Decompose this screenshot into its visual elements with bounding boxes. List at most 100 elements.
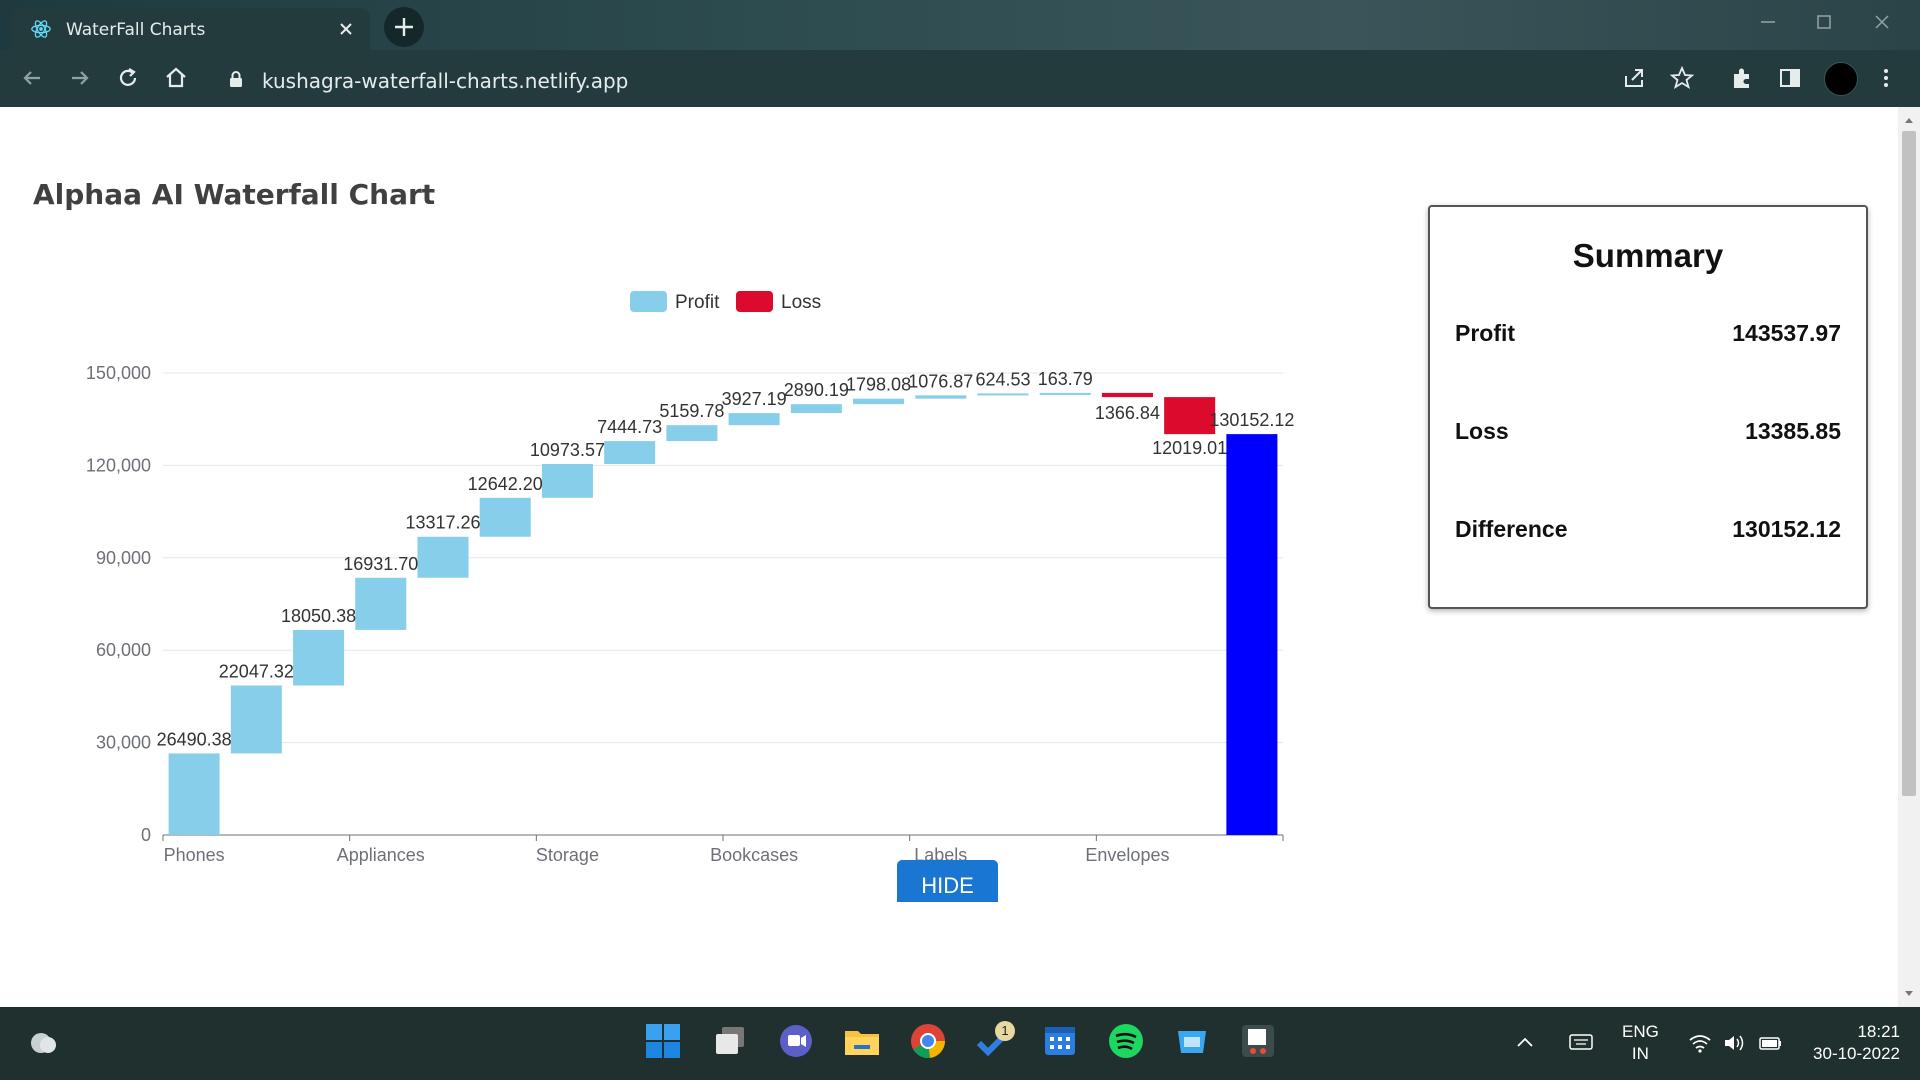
- close-tab-icon[interactable]: [336, 19, 356, 39]
- summary-row-difference: Difference 130152.12: [1455, 516, 1841, 546]
- react-icon: [31, 20, 51, 38]
- bookmark-star-icon[interactable]: [1668, 64, 1696, 92]
- summary-label: Loss: [1455, 418, 1509, 444]
- data-label: 18050.38: [281, 606, 356, 626]
- keyboard-icon[interactable]: [1568, 1031, 1594, 1053]
- data-label: 26490.38: [157, 729, 232, 749]
- calendar-icon[interactable]: [1040, 1021, 1080, 1061]
- volume-icon[interactable]: [1722, 1033, 1746, 1053]
- data-label: 5159.78: [659, 401, 724, 421]
- summary-title: Summary: [1572, 237, 1724, 274]
- bar-total: [1226, 434, 1278, 835]
- home-icon[interactable]: [162, 64, 190, 92]
- wifi-icon[interactable]: [1688, 1033, 1712, 1053]
- teams-chat-icon[interactable]: [776, 1021, 816, 1061]
- data-label: 130152.12: [1209, 410, 1294, 430]
- data-label: 12642.20: [468, 474, 543, 494]
- x-tick-label: Appliances: [337, 845, 425, 865]
- x-tick-label: Phones: [164, 845, 225, 865]
- minimize-icon[interactable]: [1758, 12, 1778, 32]
- legend-swatch: [630, 291, 667, 312]
- store-icon[interactable]: [1172, 1021, 1212, 1061]
- scroll-down-icon[interactable]: [1898, 983, 1920, 1003]
- url-text: kushagra-waterfall-charts.netlify.app: [262, 69, 629, 93]
- bar-profit: [417, 536, 469, 578]
- x-tick-label: Storage: [536, 845, 599, 865]
- bar-profit: [666, 425, 718, 442]
- bar-profit: [1039, 392, 1091, 395]
- forward-arrow-icon[interactable]: [66, 64, 94, 92]
- bar-profit: [541, 464, 593, 498]
- task-view-icon[interactable]: [710, 1021, 750, 1061]
- page-scrollbar[interactable]: [1898, 107, 1920, 1007]
- close-window-icon[interactable]: [1872, 12, 1892, 32]
- data-label: 7444.73: [597, 417, 662, 437]
- y-tick-label: 0: [141, 825, 151, 845]
- bar-profit: [915, 395, 967, 399]
- tab-title: WaterFall Charts: [66, 20, 206, 40]
- legend-label: Loss: [781, 292, 821, 313]
- bar-profit: [728, 413, 780, 426]
- weather-icon[interactable]: [23, 1021, 63, 1061]
- more-menu-icon[interactable]: [1872, 64, 1900, 92]
- hide-button-label: HIDE: [921, 873, 974, 898]
- browser-tab-bar: WaterFall Charts: [0, 0, 1920, 50]
- profile-avatar[interactable]: [1824, 62, 1858, 96]
- summary-value: 13385.85: [1745, 418, 1841, 444]
- summary-card: Summary Profit 143537.97 Loss 13385.85 D…: [1428, 205, 1868, 609]
- spotify-icon[interactable]: [1106, 1021, 1146, 1061]
- reload-icon[interactable]: [114, 64, 142, 92]
- summary-label: Profit: [1455, 320, 1516, 346]
- browser-toolbar: kushagra-waterfall-charts.netlify.app: [0, 50, 1920, 107]
- x-tick-label: Bookcases: [710, 845, 798, 865]
- extensions-icon[interactable]: [1728, 64, 1756, 92]
- data-label: 1366.84: [1095, 403, 1160, 423]
- data-label: 10973.57: [530, 440, 605, 460]
- bar-profit: [853, 398, 905, 405]
- clock-date: 30-10-2022: [1813, 1044, 1900, 1063]
- summary-value: 143537.97: [1732, 320, 1841, 346]
- summary-label: Difference: [1455, 516, 1568, 542]
- chart-legend: Profit Loss: [630, 291, 821, 313]
- data-label: 163.79: [1038, 369, 1093, 389]
- hide-button[interactable]: HIDE: [897, 860, 998, 902]
- waterfall-chart: Profit Loss 0 30,000 60,000 90,000 120,000 150…: [86, 291, 1295, 865]
- address-bar[interactable]: kushagra-waterfall-charts.netlify.app: [210, 58, 1830, 100]
- y-tick-label: 120,000: [86, 455, 151, 475]
- new-tab-button[interactable]: [384, 7, 424, 47]
- language-indicator[interactable]: ENG IN: [1622, 1021, 1659, 1065]
- data-label: 22047.32: [219, 662, 294, 682]
- summary-value: 130152.12: [1732, 516, 1841, 542]
- data-label: 624.53: [975, 369, 1030, 389]
- bar-loss: [1101, 392, 1153, 398]
- y-tick-label: 150,000: [86, 363, 151, 383]
- y-tick-label: 90,000: [96, 548, 151, 568]
- share-icon[interactable]: [1620, 64, 1648, 92]
- clock-time: 18:21: [1857, 1022, 1900, 1041]
- scroll-thumb[interactable]: [1902, 131, 1916, 796]
- battery-icon[interactable]: [1758, 1033, 1784, 1053]
- bar-profit: [230, 685, 282, 754]
- todo-badge-count: 1: [1001, 1023, 1009, 1038]
- snipping-tool-icon[interactable]: [1238, 1021, 1278, 1061]
- data-labels: 26490.38 22047.32 18050.38 16931.70 13317.26…: [157, 369, 1295, 750]
- windows-start-icon[interactable]: [643, 1021, 683, 1061]
- clock[interactable]: 18:21 30-10-2022: [1804, 1021, 1900, 1065]
- chevron-up-icon[interactable]: [1514, 1031, 1536, 1053]
- x-axis: Phones Appliances Storage Bookcases Labels En…: [162, 835, 1284, 865]
- taskbar: 1 ENG IN 18:21 30-10-2022: [0, 1007, 1920, 1080]
- maximize-icon[interactable]: [1814, 12, 1834, 32]
- chrome-icon[interactable]: [908, 1021, 948, 1061]
- data-label: 3927.19: [722, 389, 787, 409]
- bar-profit: [355, 577, 407, 630]
- side-panel-icon[interactable]: [1776, 64, 1804, 92]
- back-arrow-icon[interactable]: [18, 64, 46, 92]
- browser-tab[interactable]: WaterFall Charts: [12, 8, 370, 50]
- bar-profit: [168, 753, 220, 835]
- plus-icon: [395, 18, 413, 36]
- data-label: 16931.70: [343, 554, 418, 574]
- scroll-up-icon[interactable]: [1898, 111, 1920, 131]
- x-tick-label: Envelopes: [1085, 845, 1169, 865]
- data-label: 1076.87: [908, 371, 973, 391]
- file-explorer-icon[interactable]: [842, 1021, 882, 1061]
